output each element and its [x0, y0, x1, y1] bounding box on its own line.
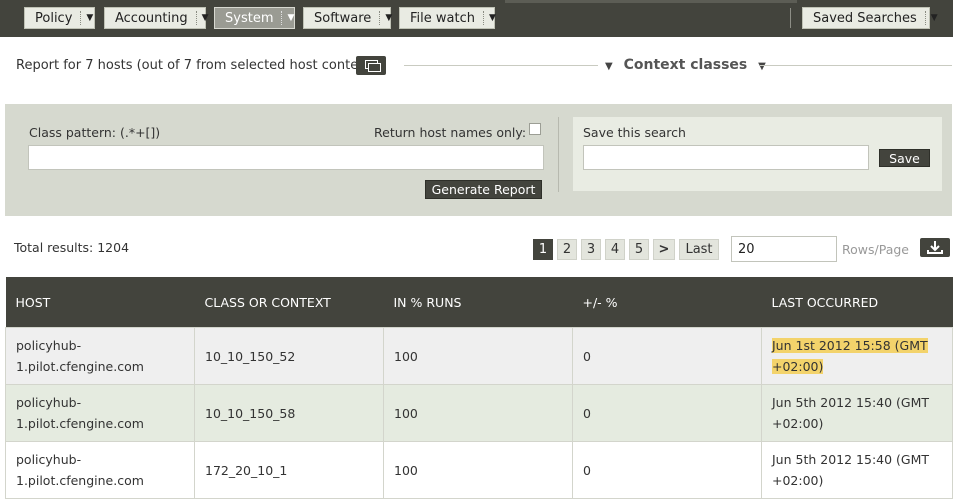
chevron-down-icon[interactable]: ▼: [80, 11, 98, 25]
caret-down-icon: ▼: [758, 61, 766, 72]
report-summary: Report for 7 hosts (out of 7 from select…: [16, 58, 376, 73]
chevron-down-icon[interactable]: ▼: [482, 11, 501, 25]
rows-per-page-label: Rows/Page: [842, 242, 909, 257]
return-hosts-checkbox[interactable]: [529, 123, 541, 135]
cell-host: policyhub-1.pilot.cfengine.com: [5, 327, 195, 385]
cell-last-occurred: Jun 1st 2012 15:58 (GMT +02:00): [761, 327, 953, 385]
chevron-down-icon[interactable]: ▼: [281, 11, 299, 25]
column-header-delta[interactable]: +/- %: [572, 277, 762, 328]
cell-class: 172_20_10_1: [194, 441, 384, 499]
return-hosts-label: Return host names only:: [374, 125, 527, 140]
cell-delta: 0: [572, 441, 762, 499]
top-navigation-bar: Policy ▼ Accounting ▼ System ▼ Software …: [0, 0, 953, 37]
page-last[interactable]: Last: [679, 239, 719, 260]
menu-accounting[interactable]: Accounting ▼: [104, 7, 209, 29]
menu-file-watch[interactable]: File watch ▼: [399, 7, 496, 29]
page-3[interactable]: 3: [581, 239, 601, 260]
save-search-input[interactable]: [583, 145, 869, 170]
cell-class: 10_10_150_52: [194, 327, 384, 385]
page-2[interactable]: 2: [557, 239, 577, 260]
menu-divider: [790, 8, 791, 28]
menu-saved-searches-label: Saved Searches: [813, 10, 917, 26]
class-pattern-input[interactable]: [28, 145, 544, 170]
page-5[interactable]: 5: [629, 239, 649, 260]
topbar-accent-line: [505, 0, 797, 3]
menu-policy-label: Policy: [35, 10, 73, 26]
cell-runs: 100: [383, 327, 573, 385]
menu-accounting-label: Accounting: [115, 10, 188, 26]
page-4[interactable]: 4: [605, 239, 625, 260]
chevron-down-icon[interactable]: ▼: [379, 11, 397, 25]
column-header-host[interactable]: HOST: [5, 277, 195, 328]
page-next[interactable]: >: [653, 239, 675, 260]
chevron-down-icon[interactable]: ▼: [195, 11, 214, 25]
cell-runs: 100: [383, 384, 573, 442]
table-row: policyhub-1.pilot.cfengine.com 10_10_150…: [5, 327, 953, 385]
generate-report-button[interactable]: Generate Report: [425, 180, 542, 199]
divider-line-right: [760, 65, 952, 66]
cell-class: 10_10_150_58: [194, 384, 384, 442]
cell-runs: 100: [383, 441, 573, 499]
divider-line-left: [404, 65, 598, 66]
context-classes-toggle[interactable]: ▼ Context classes ▼: [605, 57, 766, 73]
window-copy-icon[interactable]: [356, 56, 386, 75]
cell-host: policyhub-1.pilot.cfengine.com: [5, 384, 195, 442]
chevron-down-icon[interactable]: ▼: [924, 11, 943, 25]
save-button[interactable]: Save: [879, 149, 930, 167]
menu-system-label: System: [225, 10, 274, 26]
highlighted-date: Jun 1st 2012 15:58 (GMT +02:00): [772, 338, 928, 374]
cell-last-occurred: Jun 5th 2012 15:40 (GMT +02:00): [761, 441, 953, 499]
menu-system[interactable]: System ▼: [214, 7, 295, 29]
table-row: policyhub-1.pilot.cfengine.com 172_20_10…: [5, 441, 953, 499]
table-row: policyhub-1.pilot.cfengine.com 10_10_150…: [5, 384, 953, 442]
download-icon: [927, 241, 943, 254]
save-search-label: Save this search: [583, 125, 686, 140]
total-results: Total results: 1204: [14, 240, 130, 255]
cell-delta: 0: [572, 384, 762, 442]
menu-policy[interactable]: Policy ▼: [24, 7, 95, 29]
column-header-runs[interactable]: IN % RUNS: [383, 277, 573, 328]
context-classes-label: Context classes: [623, 57, 748, 73]
column-header-last-occurred[interactable]: LAST OCCURRED: [761, 277, 953, 328]
menu-software[interactable]: Software ▼: [303, 7, 392, 29]
column-header-class[interactable]: CLASS OR CONTEXT: [194, 277, 384, 328]
rows-per-page-input[interactable]: 20: [731, 236, 837, 262]
class-pattern-label: Class pattern: (.*+[]): [29, 125, 161, 140]
cell-host: policyhub-1.pilot.cfengine.com: [5, 441, 195, 499]
cell-delta: 0: [572, 327, 762, 385]
panel-divider: [558, 117, 559, 192]
table-header-row: HOST CLASS OR CONTEXT IN % RUNS +/- % LA…: [5, 277, 953, 328]
download-button[interactable]: [920, 238, 950, 257]
menu-file-watch-label: File watch: [410, 10, 475, 26]
results-table: HOST CLASS OR CONTEXT IN % RUNS +/- % LA…: [5, 277, 953, 499]
caret-down-icon: ▼: [605, 61, 613, 72]
cell-last-occurred: Jun 5th 2012 15:40 (GMT +02:00): [761, 384, 953, 442]
menu-software-label: Software: [314, 10, 372, 26]
page-1[interactable]: 1: [533, 239, 553, 260]
menu-saved-searches[interactable]: Saved Searches ▼: [802, 7, 938, 29]
